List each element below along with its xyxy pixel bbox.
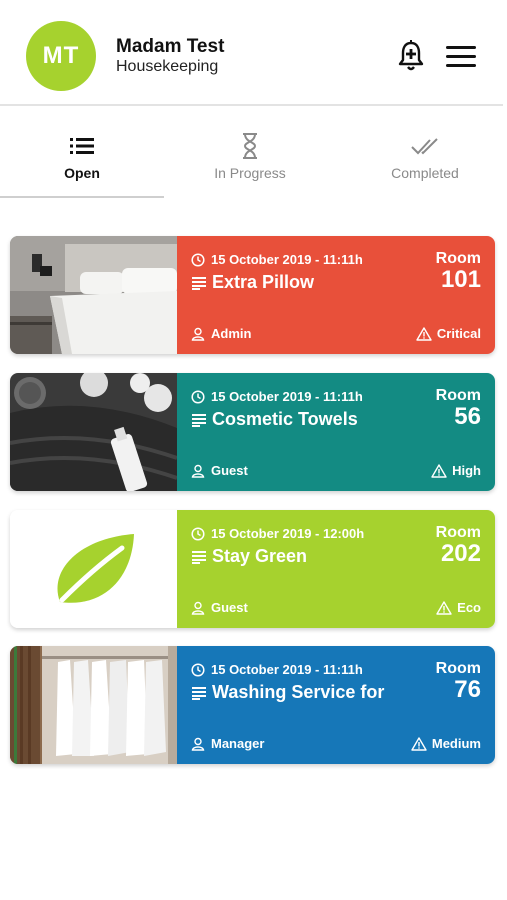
clock-icon bbox=[191, 252, 205, 267]
request-card-body: 15 October 2019 - 11:11h Cosmetic Towels… bbox=[177, 373, 495, 491]
user-name: Madam Test bbox=[116, 36, 225, 57]
status-tabs: Open In Progress Completed bbox=[0, 128, 507, 200]
clock-icon bbox=[191, 662, 205, 677]
room-number: 202 bbox=[440, 540, 481, 567]
warning-icon bbox=[416, 326, 432, 341]
list-icon bbox=[70, 138, 94, 154]
request-title-text: Extra Pillow bbox=[212, 272, 315, 292]
room-number: 101 bbox=[440, 266, 481, 293]
request-user-text: Manager bbox=[211, 736, 265, 751]
user-icon bbox=[191, 327, 205, 341]
bed-photo bbox=[10, 236, 177, 354]
clock-icon bbox=[191, 389, 205, 404]
request-user-text: Guest bbox=[211, 600, 248, 615]
user-icon bbox=[191, 464, 205, 478]
tab-open[interactable]: Open bbox=[0, 128, 164, 198]
request-user: Guest bbox=[191, 600, 248, 615]
text-lines-icon bbox=[192, 686, 206, 700]
request-date: 15 October 2019 - 11:11h bbox=[191, 252, 363, 267]
tab-in-progress-label: In Progress bbox=[214, 165, 286, 181]
bell-plus-icon[interactable] bbox=[396, 40, 426, 72]
user-icon bbox=[191, 737, 205, 751]
double-check-icon bbox=[411, 138, 438, 155]
request-date: 15 October 2019 - 11:11h bbox=[191, 389, 363, 404]
request-priority: High bbox=[431, 463, 481, 478]
request-title: Cosmetic Towels bbox=[191, 409, 358, 430]
request-priority-text: Medium bbox=[431, 736, 481, 751]
request-title-text: Washing Service for bbox=[212, 682, 385, 702]
request-date-text: 15 October 2019 - 11:11h bbox=[211, 389, 363, 404]
request-user: Guest bbox=[191, 463, 248, 478]
tab-in-progress[interactable]: In Progress bbox=[168, 128, 332, 198]
request-title: Extra Pillow bbox=[191, 272, 314, 293]
request-title: Washing Service for bbox=[191, 682, 384, 703]
request-user: Admin bbox=[191, 326, 251, 341]
room-number: 56 bbox=[454, 403, 481, 430]
request-title-text: Stay Green bbox=[212, 546, 308, 566]
request-date: 15 October 2019 - 12:00h bbox=[191, 526, 364, 541]
clock-icon bbox=[191, 526, 205, 541]
header-divider bbox=[0, 104, 503, 106]
request-date-text: 15 October 2019 - 12:00h bbox=[211, 526, 365, 541]
request-title-text: Cosmetic Towels bbox=[212, 409, 358, 429]
request-card[interactable]: 15 October 2019 - 11:11h Extra Pillow Ad… bbox=[10, 236, 495, 354]
request-card[interactable]: 15 October 2019 - 11:11h Cosmetic Towels… bbox=[10, 373, 495, 491]
request-user: Manager bbox=[191, 736, 264, 751]
closet-photo bbox=[10, 646, 177, 764]
text-lines-icon bbox=[192, 276, 206, 290]
request-card-body: 15 October 2019 - 11:11h Extra Pillow Ad… bbox=[177, 236, 495, 354]
request-user-text: Guest bbox=[211, 463, 248, 478]
request-priority: Eco bbox=[436, 600, 481, 615]
text-lines-icon bbox=[192, 413, 206, 427]
request-date: 15 October 2019 - 11:11h bbox=[191, 662, 363, 677]
request-priority: Critical bbox=[416, 326, 481, 341]
room-number: 76 bbox=[454, 676, 481, 703]
request-title: Stay Green bbox=[191, 546, 307, 567]
request-priority-text: Critical bbox=[436, 326, 481, 341]
hourglass-icon bbox=[243, 133, 257, 159]
leaf-logo bbox=[10, 510, 177, 628]
request-card[interactable]: 15 October 2019 - 11:11h Washing Service… bbox=[10, 646, 495, 764]
request-card[interactable]: 15 October 2019 - 12:00h Stay Green Gues… bbox=[10, 510, 495, 628]
user-icon bbox=[191, 601, 205, 615]
request-card-body: 15 October 2019 - 11:11h Washing Service… bbox=[177, 646, 495, 764]
request-card-body: 15 October 2019 - 12:00h Stay Green Gues… bbox=[177, 510, 495, 628]
app-header: MT Madam Test Housekeeping bbox=[0, 0, 507, 104]
hamburger-menu-icon[interactable] bbox=[446, 46, 476, 68]
request-user-text: Admin bbox=[211, 326, 252, 341]
request-priority-text: High bbox=[452, 463, 481, 478]
towels-photo bbox=[10, 373, 177, 491]
request-priority: Medium bbox=[411, 736, 481, 751]
warning-icon bbox=[436, 600, 452, 615]
warning-icon bbox=[431, 463, 447, 478]
tab-completed[interactable]: Completed bbox=[343, 128, 507, 198]
request-date-text: 15 October 2019 - 11:11h bbox=[211, 252, 363, 267]
request-date-text: 15 October 2019 - 11:11h bbox=[211, 662, 363, 677]
tab-completed-label: Completed bbox=[391, 165, 459, 181]
warning-icon bbox=[411, 736, 427, 751]
user-role: Housekeeping bbox=[116, 58, 219, 75]
request-priority-text: Eco bbox=[457, 600, 481, 615]
avatar[interactable]: MT bbox=[26, 21, 96, 91]
text-lines-icon bbox=[192, 550, 206, 564]
active-tab-underline bbox=[0, 196, 164, 198]
tab-open-label: Open bbox=[64, 165, 100, 181]
